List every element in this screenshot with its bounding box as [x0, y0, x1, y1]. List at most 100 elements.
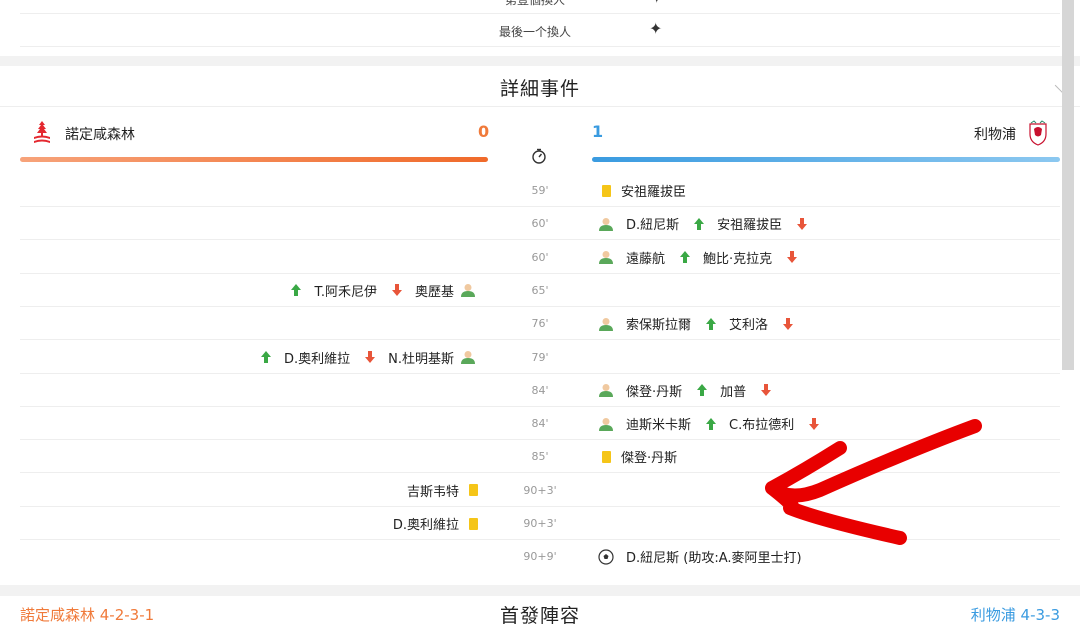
event-detail: T.阿禾尼伊 奧歷基: [282, 274, 482, 307]
yellow-card-icon: [469, 517, 478, 530]
player-in-name[interactable]: T.阿禾尼伊: [314, 281, 377, 300]
player-in-name[interactable]: D.紐尼斯: [626, 214, 679, 233]
player-out-name[interactable]: N.杜明基斯: [388, 348, 454, 367]
player-in-name[interactable]: 傑登·丹斯: [626, 381, 682, 400]
substitution-icon: [598, 317, 614, 331]
arrow-down-icon: [786, 250, 798, 264]
lineup-title: 首發陣容: [499, 605, 580, 627]
substitution-icon: [460, 350, 476, 364]
sparkle-icon: ✦: [649, 19, 663, 38]
substitution-icon: [598, 417, 614, 431]
arrow-up-icon: [705, 317, 717, 331]
event-row: 90+3' 吉斯韦特: [0, 474, 1080, 507]
substitution-icon: [598, 383, 614, 398]
event-row: 60' D.紐尼斯 安祖羅拔臣: [0, 207, 1080, 241]
event-row: 85' 傑登·丹斯: [0, 440, 1080, 474]
event-row: 84' 迪斯米卡斯 C.布拉德利: [0, 407, 1080, 441]
event-detail: 傑登·丹斯: [598, 440, 677, 473]
yellow-card-icon: [602, 184, 611, 197]
stopwatch-icon: [532, 148, 546, 164]
away-team-score: 1: [592, 122, 604, 141]
event-minute: 85': [531, 450, 549, 464]
arrow-down-icon: [808, 417, 820, 431]
arrow-up-icon: [290, 283, 302, 297]
arrow-down-icon: [796, 217, 808, 231]
event-row: 90+9' D.紐尼斯 (助攻:A.麥阿里士打): [0, 540, 1080, 573]
home-team-bar: [20, 157, 488, 162]
player-in-name[interactable]: 索保斯拉爾: [626, 314, 691, 333]
event-row: 65' T.阿禾尼伊 奧歷基: [0, 274, 1080, 307]
stat-label-last-sub: 最後一个換人: [498, 25, 571, 39]
event-minute: 90+3': [523, 517, 557, 530]
substitution-icon: [598, 250, 614, 265]
player-out-name[interactable]: 奧歷基: [415, 281, 454, 300]
event-row: 90+3' D.奧利維拉: [0, 507, 1080, 540]
event-minute: 90+9': [523, 550, 557, 564]
player-name[interactable]: 傑登·丹斯: [621, 447, 677, 466]
lineup-header: 諾定咸森林 4-2-3-1 首發陣容 利物浦 4-3-3: [0, 596, 1080, 634]
player-out-name[interactable]: C.布拉德利: [729, 414, 794, 433]
event-row: 59' 安祖羅拔臣: [0, 174, 1080, 207]
event-detail: D.紐尼斯 安祖羅拔臣: [598, 207, 814, 240]
player-name[interactable]: D.奧利維拉: [393, 514, 459, 533]
event-detail: 吉斯韦特: [407, 474, 482, 507]
event-minute: 76': [531, 317, 549, 331]
arrow-down-icon: [760, 383, 772, 397]
away-formation[interactable]: 利物浦 4-3-3: [971, 604, 1060, 625]
arrow-up-icon: [696, 383, 708, 397]
player-out-name[interactable]: 艾利洛: [729, 314, 768, 333]
scrollbar[interactable]: [1062, 0, 1074, 370]
away-team-crest-icon: [1029, 120, 1047, 146]
event-detail: D.奧利維拉: [393, 507, 482, 540]
player-out-name[interactable]: 加普: [720, 381, 746, 400]
substitution-icon: [598, 217, 614, 231]
event-detail: 傑登·丹斯 加普: [598, 374, 778, 407]
event-detail: D.紐尼斯 (助攻:A.麥阿里士打): [598, 540, 802, 573]
event-detail: 迪斯米卡斯 C.布拉德利: [598, 407, 826, 440]
event-minute: 84': [531, 383, 549, 397]
event-minute: 60': [531, 217, 549, 231]
event-minute: 79': [531, 350, 549, 364]
stat-divider: [20, 13, 1060, 14]
player-name[interactable]: 吉斯韦特: [407, 481, 459, 500]
event-detail: 索保斯拉爾 艾利洛: [598, 307, 800, 340]
player-name[interactable]: 安祖羅拔臣: [621, 181, 686, 200]
event-minute: 59': [531, 184, 549, 197]
player-in-name[interactable]: 迪斯米卡斯: [626, 414, 691, 433]
match-stats-section: 第壹個換人 ✦ 最後一个換人 ✦: [0, 0, 1080, 56]
event-minute: 65': [531, 283, 549, 297]
player-in-name[interactable]: D.奧利維拉: [284, 348, 350, 367]
event-detail: 遠藤航 鮑比·克拉克: [598, 241, 804, 274]
yellow-card-icon: [469, 484, 478, 497]
event-detail: 安祖羅拔臣: [598, 174, 686, 207]
stat-label-first-sub: 第壹個換人: [504, 0, 565, 7]
arrow-down-icon: [782, 317, 794, 331]
sparkle-icon: ✦: [650, 0, 663, 7]
arrow-up-icon: [693, 217, 705, 231]
stat-divider: [20, 46, 1060, 47]
home-team-crest-icon: [34, 121, 50, 143]
home-team-name[interactable]: 諾定咸森林: [65, 124, 135, 144]
substitution-icon: [460, 283, 476, 298]
event-row: 79' D.奧利維拉 N.杜明基斯: [0, 341, 1080, 374]
yellow-card-icon: [602, 450, 611, 463]
event-row: 60' 遠藤航 鮑比·克拉克: [0, 241, 1080, 274]
section-separator: [0, 56, 1080, 66]
player-out-name[interactable]: 鮑比·克拉克: [703, 248, 772, 267]
arrow-up-icon: [260, 350, 272, 364]
player-in-name[interactable]: 遠藤航: [626, 248, 665, 267]
event-detail: D.奧利維拉 N.杜明基斯: [252, 341, 482, 374]
goal-scorer[interactable]: D.紐尼斯 (助攻:A.麥阿里士打): [626, 547, 802, 566]
event-minute: 60': [531, 250, 549, 264]
away-team-bar: [592, 157, 1060, 162]
teams-score-row: 諾定咸森林 0 1 利物浦: [0, 108, 1080, 174]
arrow-up-icon: [679, 250, 691, 264]
event-minute: 90+3': [523, 483, 557, 497]
soccer-ball-icon: [598, 549, 614, 565]
details-header[interactable]: 詳細事件: [0, 66, 1080, 107]
event-row: 84' 傑登·丹斯 加普: [0, 374, 1080, 407]
away-team-name[interactable]: 利物浦: [974, 124, 1016, 144]
home-team-score: 0: [478, 122, 490, 141]
player-out-name[interactable]: 安祖羅拔臣: [717, 214, 782, 233]
details-title: 詳細事件: [499, 78, 580, 100]
